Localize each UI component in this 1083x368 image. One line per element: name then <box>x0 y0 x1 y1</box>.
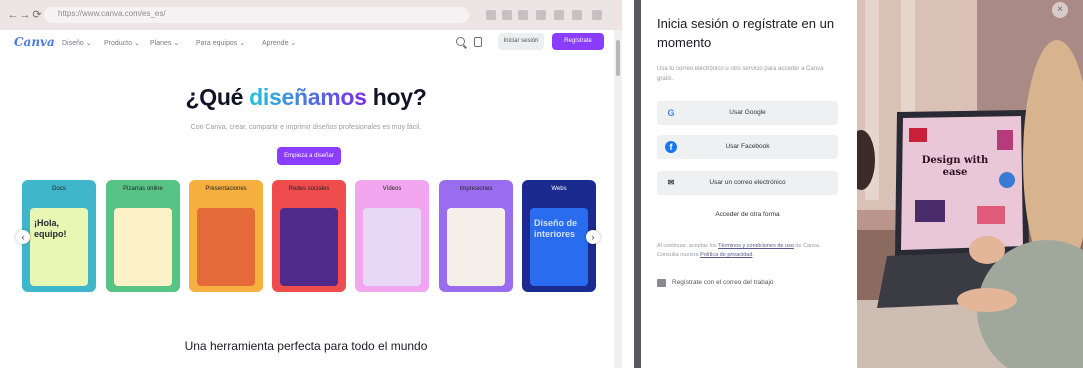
category-card[interactable]: Presentaciones <box>189 180 263 292</box>
category-card-label: Webs <box>551 186 567 192</box>
carousel-prev-icon[interactable]: ‹ <box>16 230 30 244</box>
scrollbar-thumb[interactable] <box>616 40 620 76</box>
google-login-button[interactable]: G Usar Google <box>657 101 838 125</box>
menu-item-product[interactable]: Producto ⌄ <box>104 39 140 47</box>
facebook-login-label: Usar Facebook <box>725 143 770 150</box>
divider <box>622 0 634 368</box>
extension-icon[interactable] <box>486 10 496 20</box>
profile-icon[interactable] <box>536 10 546 20</box>
carousel-next-icon[interactable]: › <box>586 230 600 244</box>
legal-prefix: Al continuar, aceptas los <box>657 243 719 249</box>
hero-title-highlight: diseñamos <box>249 84 367 110</box>
promo-photo <box>857 0 1083 368</box>
legal-text: Al continuar, aceptas los Términos y con… <box>657 242 837 260</box>
menu-item-design[interactable]: Diseño ⌄ <box>62 39 92 47</box>
category-card-label: Impresiones <box>459 186 493 192</box>
canva-logo[interactable]: Canva <box>14 35 55 49</box>
category-card-preview: Diseño de interiores <box>530 208 588 286</box>
login-button[interactable]: Iniciar sesión <box>498 33 544 50</box>
email-login-label: Usar un correo electrónico <box>709 179 786 186</box>
hero-subtitle: Con Canva, crear, compartir e imprimir d… <box>190 124 422 131</box>
category-card-preview <box>447 208 505 286</box>
start-designing-button[interactable]: Empieza a diseñar <box>277 147 341 165</box>
search-icon[interactable] <box>456 37 465 46</box>
privacy-link[interactable]: Política de privacidad <box>700 252 752 258</box>
category-card[interactable]: Webs Diseño de interiores <box>522 180 596 292</box>
category-card[interactable]: Impresiones <box>439 180 513 292</box>
settings-icon[interactable] <box>474 37 482 47</box>
hero-title-suffix: hoy? <box>366 84 427 110</box>
category-card-preview: ¡Hola, equipo! <box>30 208 88 286</box>
facebook-login-button[interactable]: f Usar Facebook <box>657 135 838 159</box>
category-card-preview <box>363 208 421 286</box>
category-card[interactable]: Docs ¡Hola, equipo! <box>22 180 96 292</box>
url-text: https://www.canva.com/es_es/ <box>58 9 166 18</box>
category-card[interactable]: Pizarras online <box>106 180 180 292</box>
category-card-preview-text: Diseño de interiores <box>534 218 578 239</box>
category-card-preview <box>114 208 172 286</box>
category-card-label: Docs <box>52 186 66 192</box>
terms-link[interactable]: Términos y condiciones de uso <box>718 243 794 249</box>
close-icon[interactable]: × <box>1052 2 1068 18</box>
promo-illustration <box>857 0 1083 368</box>
scrollbar[interactable] <box>614 30 622 368</box>
downloads-icon[interactable] <box>554 10 564 20</box>
reload-icon[interactable]: ⟳ <box>30 8 44 22</box>
legal-suffix: . <box>752 252 754 258</box>
menu-item-learn[interactable]: Aprende ⌄ <box>262 39 296 47</box>
google-login-label: Usar Google <box>729 109 766 116</box>
work-signup-link[interactable]: Regístrate con el correo del trabajo <box>672 279 774 286</box>
modal-subtitle: Usa tu correo electrónico u otro servici… <box>657 66 824 82</box>
category-card-preview <box>197 208 255 286</box>
category-card-label: Presentaciones <box>205 186 247 192</box>
section-title: Una herramienta perfecta para todo el mu… <box>184 339 428 353</box>
hero-title: ¿Qué diseñamos hoy? <box>0 84 612 111</box>
extension-icon[interactable] <box>502 10 512 20</box>
star-icon[interactable] <box>518 10 528 20</box>
briefcase-icon <box>657 279 666 287</box>
menu-item-teams[interactable]: Para equipos ⌄ <box>196 39 245 47</box>
category-card-label: Pizarras online <box>123 186 163 192</box>
category-card-label: Vídeos <box>382 186 402 192</box>
other-way-link[interactable]: Acceder de otra forma <box>657 211 838 218</box>
hero-title-prefix: ¿Qué <box>185 84 250 110</box>
category-card-preview <box>280 208 338 286</box>
extensions-icon[interactable] <box>592 10 602 20</box>
category-card-label: Redes sociales <box>288 186 330 192</box>
email-login-button[interactable]: ✉ Usar un correo electrónico <box>657 171 838 195</box>
laptop-screen-text: Design with ease <box>921 155 989 178</box>
menu-item-plans[interactable]: Planes ⌄ <box>150 39 179 47</box>
modal-title: Inicia sesión o regístrate en un momento <box>657 16 835 50</box>
signup-button[interactable]: Regístrate <box>552 33 604 50</box>
category-card[interactable]: Redes sociales <box>272 180 346 292</box>
category-card-preview-text: ¡Hola, equipo! <box>34 218 67 239</box>
category-card[interactable]: Vídeos <box>355 180 429 292</box>
menu-icon[interactable] <box>572 10 582 20</box>
